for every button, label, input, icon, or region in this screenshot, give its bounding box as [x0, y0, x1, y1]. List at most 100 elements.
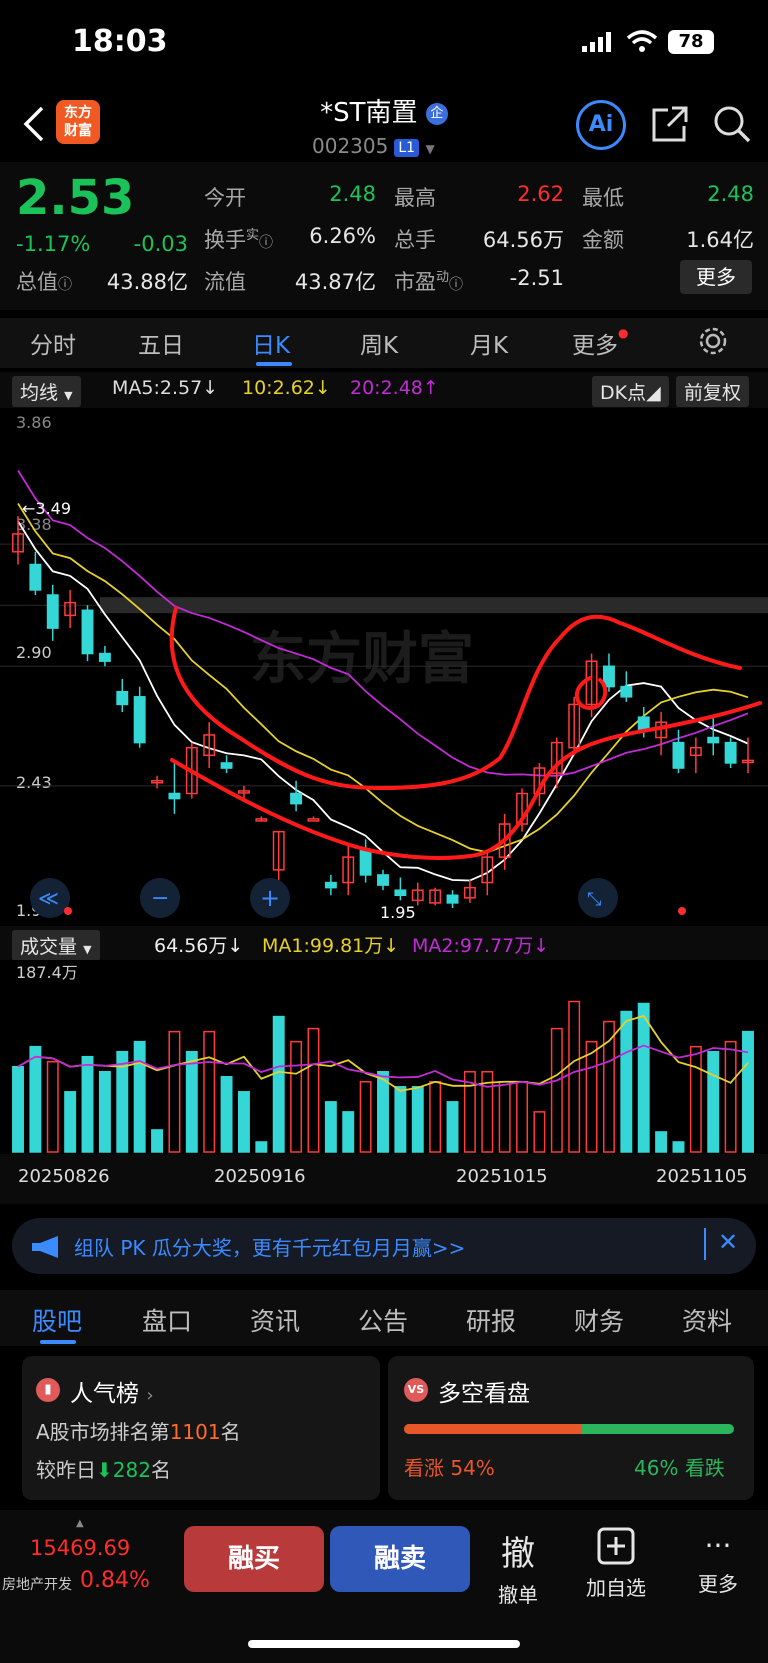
mktcap-value: 43.88亿	[106, 270, 188, 294]
bear-text: 46% 看跌	[634, 1452, 725, 1481]
highlight-band	[100, 597, 768, 614]
info-icon[interactable]: ⓘ	[449, 277, 463, 293]
volume-bar-down	[620, 1010, 633, 1153]
dk-point-button[interactable]: DK点◢	[592, 376, 669, 407]
sentiment-bull-fill	[404, 1424, 583, 1434]
index-value[interactable]: 15469.69	[30, 1536, 130, 1560]
zoom-in-icon[interactable]: +	[260, 884, 280, 912]
mktcap-label: 总值ⓘ	[16, 266, 72, 296]
volume-bar-down	[220, 1076, 233, 1153]
date-label-1: 20250826	[18, 1166, 110, 1187]
wifi-icon	[626, 30, 658, 52]
zoom-out-icon[interactable]: −	[151, 886, 169, 911]
popularity-card[interactable]: ▮ 人气榜 › A股市场排名第1101名 较昨日⬇282名	[22, 1356, 380, 1500]
ma10-text: 10:2.62	[242, 377, 315, 399]
info-icon[interactable]: ⓘ	[58, 277, 72, 293]
candle-down	[220, 762, 233, 769]
candle-down	[377, 874, 389, 886]
volume-bar-down	[255, 1141, 268, 1153]
candle-down	[98, 652, 111, 662]
tab-more[interactable]: 更多●	[572, 326, 628, 360]
high-marker-value: 3.49	[35, 499, 71, 518]
scroll-left-icon[interactable]: ≪	[38, 886, 59, 910]
signal-icon	[582, 32, 611, 52]
tab-finance[interactable]: 财务	[574, 1302, 624, 1338]
tab-announcements[interactable]: 公告	[358, 1302, 408, 1338]
tab-weekly-k[interactable]: 周K	[360, 326, 398, 360]
more-quote-button[interactable]: 更多	[680, 260, 752, 294]
cancel-icon: 撤	[501, 1534, 535, 1574]
volume-ma1: MA1:99.81万↓	[262, 935, 400, 957]
info-icon[interactable]: ⓘ	[259, 235, 273, 251]
fullscreen-icon[interactable]: ⤡	[587, 889, 601, 910]
ai-icon[interactable]: Ai	[576, 100, 626, 150]
stock-code[interactable]: 002305 L1 ▼	[312, 134, 435, 158]
change-pct: -1.17%	[16, 232, 91, 256]
watermark: 东方财富	[250, 627, 474, 692]
promo-banner[interactable]: 组队 PK 瓜分大奖，更有千元红包月月赢>> ✕	[12, 1218, 756, 1274]
adjust-button[interactable]: 前复权	[676, 376, 750, 407]
indicator-select-label: 均线	[20, 382, 59, 404]
tab-intraday[interactable]: 分时	[30, 326, 76, 360]
add-watchlist-button[interactable]: 加自选	[576, 1526, 656, 1601]
candle-down	[707, 736, 720, 744]
more-dots-icon: ···	[704, 1529, 732, 1562]
share-icon[interactable]	[650, 104, 690, 144]
candle-down	[133, 696, 146, 744]
candle-down	[637, 716, 650, 731]
market-rank-suffix: 名	[220, 1420, 241, 1444]
cancel-label: 撤单	[498, 1583, 538, 1607]
more-actions-button[interactable]: ··· 更多	[678, 1526, 758, 1597]
bear-pct: 46%	[634, 1456, 679, 1480]
chart-rank-icon: ▮	[36, 1378, 60, 1402]
tab-research[interactable]: 研报	[466, 1302, 516, 1338]
float-value: 43.87亿	[294, 270, 376, 294]
settings-icon[interactable]	[698, 326, 728, 356]
margin-buy-button[interactable]: 融买	[184, 1526, 324, 1592]
volume-chart[interactable]: 187.4万 20250826 20250916 20251015 202511…	[0, 960, 768, 1204]
close-icon[interactable]: ✕	[718, 1228, 738, 1256]
ma5-label: MA5:2.57↓	[112, 377, 219, 399]
tab-news[interactable]: 资讯	[250, 1302, 300, 1338]
sentiment-card[interactable]: VS 多空看盘 看涨 54% 46% 看跌	[388, 1356, 754, 1500]
volume-select[interactable]: 成交量 ▼	[12, 930, 100, 961]
volume-bar-down	[446, 1101, 459, 1153]
amount-label: 金额	[582, 228, 624, 252]
volume-bar-down	[133, 1040, 146, 1153]
open-label: 今开	[204, 186, 246, 210]
sentiment-bar	[404, 1424, 734, 1434]
volume-bar-down	[64, 1091, 77, 1153]
enterprise-badge: 企	[425, 102, 448, 125]
tab-five-day[interactable]: 五日	[138, 326, 184, 360]
y-tick-top: 3.86	[16, 413, 52, 432]
tab-daily-k[interactable]: 日K	[252, 326, 290, 360]
turnover-sup: 实	[246, 228, 260, 243]
market-rank-value: 1101	[169, 1420, 221, 1444]
tab-pankou[interactable]: 盘口	[142, 1302, 192, 1338]
volume-value: 64.56万	[482, 228, 564, 252]
volume-bar-down	[672, 1141, 685, 1153]
indicator-select[interactable]: 均线 ▼	[12, 376, 81, 407]
candle-down	[324, 881, 337, 889]
rank-change-prefix: 较昨日	[36, 1458, 96, 1482]
plus-box-icon	[597, 1527, 635, 1565]
vs-icon: VS	[404, 1378, 428, 1402]
volume-bar-down	[655, 1131, 668, 1153]
pe-label-text: 市盈	[394, 270, 436, 294]
rank-change-value: 282	[112, 1458, 151, 1482]
amount-value: 1.64亿	[686, 228, 754, 252]
cancel-order-button[interactable]: 撤 撤单	[478, 1526, 558, 1608]
ma20-text: 20:2.48	[350, 377, 423, 399]
margin-sell-button[interactable]: 融卖	[330, 1526, 470, 1592]
tab-guba[interactable]: 股吧	[32, 1302, 82, 1338]
divider	[704, 1228, 706, 1260]
volume-ma2: MA2:97.77万↓	[412, 935, 550, 957]
chevron-down-icon: ▼	[64, 389, 73, 402]
tab-monthly-k[interactable]: 月K	[470, 326, 508, 360]
kline-chart[interactable]: 3.86 3.38 2.90 2.43 1.95 东方财富 ←3.49 1.95…	[0, 408, 768, 926]
volume-bar-down	[637, 1002, 650, 1153]
low-label: 最低	[582, 186, 624, 210]
stock-code-text: 002305	[312, 134, 389, 158]
tab-profile[interactable]: 资料	[682, 1302, 732, 1338]
search-icon[interactable]	[712, 104, 752, 144]
